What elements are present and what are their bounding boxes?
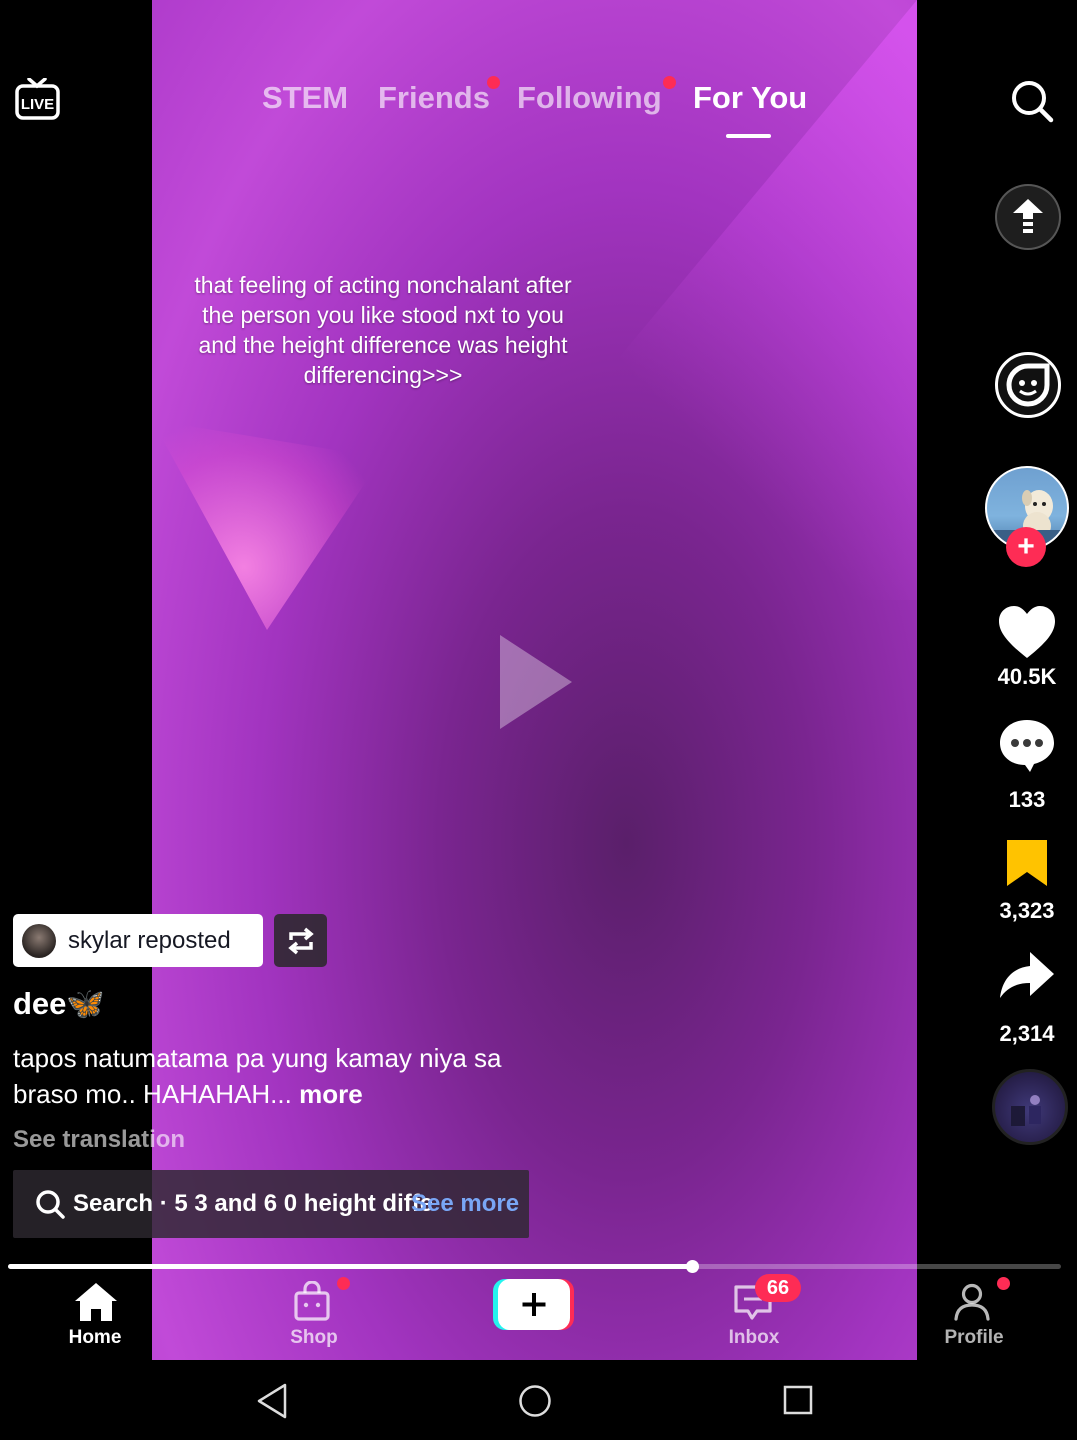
home-icon [75, 1283, 117, 1321]
bookmark-icon [1007, 840, 1047, 886]
search-icon[interactable] [1009, 78, 1055, 124]
profile-person-icon [954, 1283, 990, 1321]
video-progress-bar[interactable] [8, 1260, 1061, 1273]
see-more-link[interactable]: See more [411, 1190, 519, 1218]
tab-following[interactable]: Following [517, 80, 662, 116]
upload-up-button[interactable] [995, 184, 1061, 250]
see-translation-link[interactable]: See translation [13, 1126, 185, 1154]
shopping-bag-icon [294, 1281, 330, 1321]
tab-stem[interactable]: STEM [262, 80, 348, 116]
related-search-text: Search · 5 3 and 6 0 height diffe [73, 1190, 434, 1217]
save-count: 3,323 [999, 898, 1055, 923]
home-circle-icon[interactable] [517, 1383, 553, 1419]
comment-button[interactable] [994, 716, 1060, 779]
tab-friends[interactable]: Friends [378, 80, 490, 116]
comment-count: 133 [1008, 787, 1046, 812]
music-disc[interactable] [992, 1069, 1068, 1145]
ai-assistant-button[interactable] [995, 352, 1061, 418]
like-button[interactable] [994, 604, 1060, 665]
post-description[interactable]: tapos natumatama pa yung kamay niya sa b… [13, 1040, 533, 1112]
repost-label: skylar reposted [68, 926, 231, 954]
creator-username[interactable]: dee🦋 [13, 985, 105, 1022]
save-button[interactable] [994, 838, 1060, 893]
nav-shop-label: Shop [290, 1327, 338, 1348]
sound-thumbnail-image [1011, 1095, 1041, 1126]
nav-inbox-label: Inbox [728, 1327, 780, 1348]
more-link[interactable]: more [299, 1079, 363, 1109]
repost-icon [287, 927, 314, 954]
description-text: tapos natumatama pa yung kamay niya sa b… [13, 1043, 502, 1109]
comment-icon [1000, 720, 1054, 772]
arrow-up-icon [1013, 199, 1043, 233]
share-arrow-icon [1000, 952, 1054, 998]
related-search-bar[interactable]: Search · 5 3 and 6 0 height diffe See mo… [13, 1170, 529, 1238]
share-button[interactable] [994, 950, 1060, 1007]
create-button[interactable] [493, 1279, 574, 1330]
reposter-avatar [22, 923, 56, 958]
following-notification-dot [663, 76, 676, 89]
search-small-icon [36, 1190, 65, 1219]
friends-notification-dot [487, 76, 500, 89]
share-count: 2,314 [999, 1021, 1055, 1046]
feed-tabs: STEM Friends Following For You [0, 76, 1077, 140]
like-count: 40.5K [997, 664, 1057, 689]
nav-profile-label: Profile [944, 1327, 1004, 1348]
shop-notification-dot [337, 1277, 350, 1290]
active-tab-indicator [726, 134, 771, 138]
back-triangle-icon[interactable] [255, 1382, 289, 1420]
video-player[interactable] [152, 0, 917, 1360]
play-icon[interactable] [500, 635, 572, 729]
tab-for-you[interactable]: For You [693, 80, 807, 116]
profile-notification-dot [997, 1277, 1010, 1290]
lamp-beam [152, 420, 382, 630]
inbox-unread-badge: 66 [755, 1274, 801, 1302]
progress-fill [8, 1264, 693, 1269]
nav-home-label: Home [68, 1327, 122, 1348]
plus-icon [493, 1279, 574, 1330]
heart-icon [999, 606, 1055, 658]
system-nav-bar [0, 1360, 1077, 1440]
follow-plus-button[interactable]: + [1006, 527, 1046, 567]
repost-chip[interactable]: skylar reposted [13, 914, 263, 967]
recents-square-icon[interactable] [782, 1384, 814, 1416]
repost-button[interactable] [274, 914, 327, 967]
video-caption: that feeling of acting nonchalant after … [194, 272, 572, 388]
screen: that feeling of acting nonchalant after … [0, 0, 1077, 1360]
face-icon [1006, 363, 1050, 407]
